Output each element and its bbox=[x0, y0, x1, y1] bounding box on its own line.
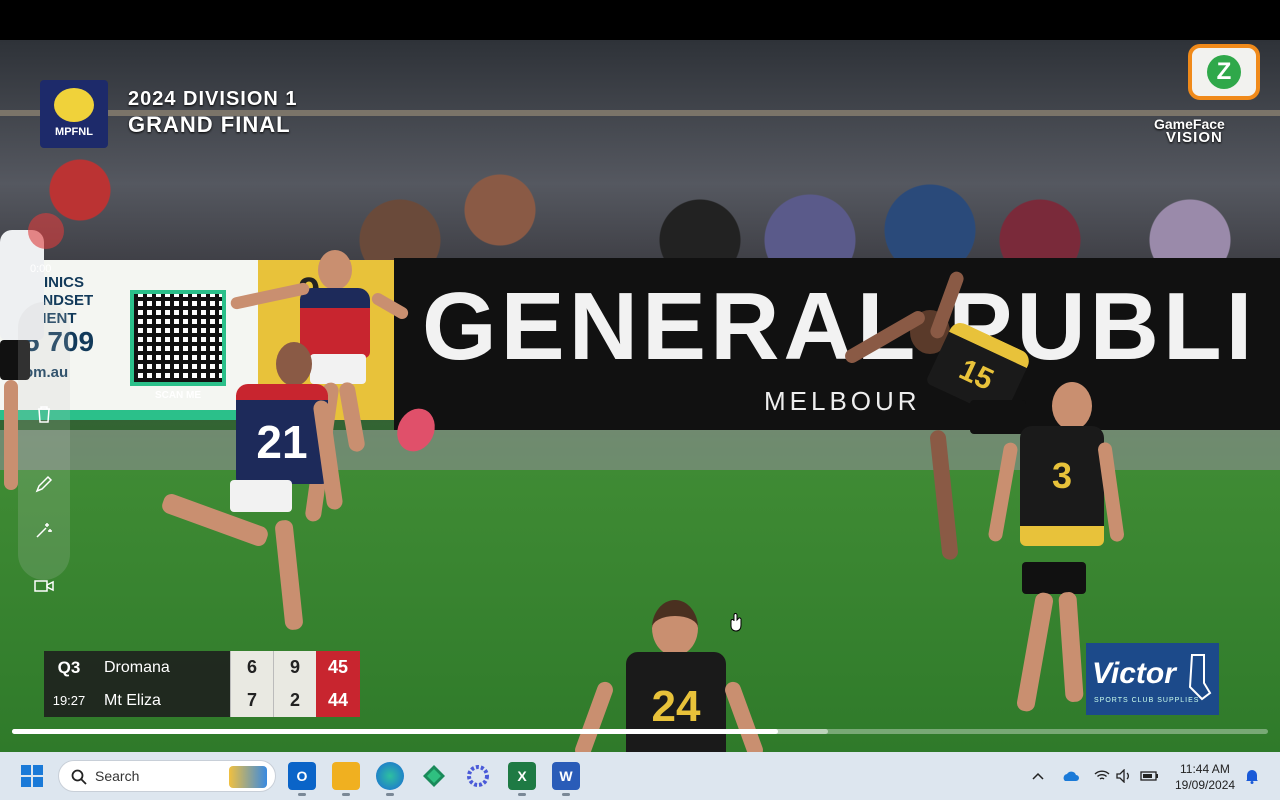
mouse-cursor-icon bbox=[730, 612, 744, 632]
team-behinds: 2 bbox=[273, 684, 316, 717]
search-label: Search bbox=[95, 768, 140, 784]
wifi-icon[interactable] bbox=[1092, 766, 1112, 786]
score-row-away: 19:27 Mt Eliza 7 2 44 bbox=[44, 684, 360, 717]
taskbar-date[interactable]: 19/09/2024 bbox=[1175, 778, 1235, 792]
crowd-background bbox=[0, 40, 1280, 280]
game-clock: 19:27 bbox=[44, 684, 94, 717]
screen: CLINICS WINDSET PMENT 5 709 om.au SCAN M… bbox=[0, 0, 1280, 800]
jersey-24: 24 bbox=[626, 652, 726, 752]
word-icon[interactable]: W bbox=[552, 762, 580, 796]
excel-icon[interactable]: X bbox=[508, 762, 536, 796]
gameface-tv-icon: Z bbox=[1188, 44, 1260, 100]
video-progress-bar[interactable] bbox=[12, 729, 1268, 734]
windows-taskbar: Search O X W 11:44 AM 19/09/2024 bbox=[0, 752, 1280, 800]
jersey-3: 3 bbox=[1020, 426, 1104, 546]
player-21: 21 bbox=[110, 340, 370, 660]
camera-icon[interactable] bbox=[28, 570, 60, 602]
quarter-label: Q3 bbox=[44, 651, 94, 684]
league-logo-icon bbox=[54, 88, 94, 122]
effects-icon[interactable] bbox=[28, 514, 60, 546]
search-icon bbox=[71, 769, 87, 785]
notification-bell-icon[interactable] bbox=[1242, 766, 1262, 786]
capture-toolbar bbox=[18, 302, 70, 592]
team-total: 44 bbox=[316, 684, 360, 717]
league-logo-text: MPFNL bbox=[55, 126, 93, 138]
event-title-line1: 2024 DIVISION 1 bbox=[128, 88, 298, 110]
sponsor-sign-main: GENERAL PUBLI MELBOUR bbox=[394, 258, 1280, 430]
windows-start-icon[interactable] bbox=[20, 764, 44, 788]
delete-icon[interactable] bbox=[28, 398, 60, 430]
recording-time: 0:00 bbox=[30, 263, 52, 275]
victor-sponsor-logo: Victor SPORTS CLUB SUPPLIES bbox=[1086, 643, 1219, 715]
chevron-up-icon[interactable] bbox=[1028, 766, 1048, 786]
volume-icon[interactable] bbox=[1114, 766, 1134, 786]
onedrive-icon[interactable] bbox=[1060, 766, 1080, 786]
taskbar-time[interactable]: 11:44 AM bbox=[1180, 762, 1230, 776]
record-icon[interactable] bbox=[28, 213, 64, 249]
score-row-home: Q3 Dromana 6 9 45 bbox=[44, 651, 360, 684]
file-explorer-icon[interactable] bbox=[332, 762, 360, 796]
search-highlight-icon bbox=[229, 766, 267, 788]
league-logo: MPFNL bbox=[40, 80, 108, 148]
gameface-logo-letter: Z bbox=[1207, 55, 1241, 89]
team-name: Mt Eliza bbox=[94, 684, 230, 717]
event-title-line2: GRAND FINAL bbox=[128, 112, 291, 137]
scoreboard: Q3 Dromana 6 9 45 19:27 Mt Eliza 7 2 44 bbox=[44, 651, 360, 717]
progress-played bbox=[12, 729, 779, 734]
jersey-21: 21 bbox=[236, 384, 328, 484]
team-name: Dromana bbox=[94, 651, 230, 684]
team-goals: 6 bbox=[230, 651, 273, 684]
top-black-bar bbox=[0, 0, 1280, 40]
gameface-vision: VISION bbox=[1166, 129, 1223, 146]
edge-icon[interactable] bbox=[376, 762, 404, 796]
victor-tagline: SPORTS CLUB SUPPLIES bbox=[1094, 697, 1200, 704]
outlook-icon[interactable]: O bbox=[288, 762, 316, 796]
team-total: 45 bbox=[316, 651, 360, 684]
battery-icon[interactable] bbox=[1140, 766, 1160, 786]
taskbar-search-input[interactable]: Search bbox=[58, 760, 276, 792]
team-behinds: 9 bbox=[273, 651, 316, 684]
sock-icon bbox=[1188, 654, 1212, 701]
team-goals: 7 bbox=[230, 684, 273, 717]
app-green-icon[interactable] bbox=[420, 762, 448, 790]
video-player[interactable]: CLINICS WINDSET PMENT 5 709 om.au SCAN M… bbox=[0, 40, 1280, 752]
victor-name: Victor bbox=[1092, 657, 1176, 690]
pen-icon[interactable] bbox=[28, 468, 60, 500]
app-blue-icon[interactable] bbox=[464, 762, 492, 790]
